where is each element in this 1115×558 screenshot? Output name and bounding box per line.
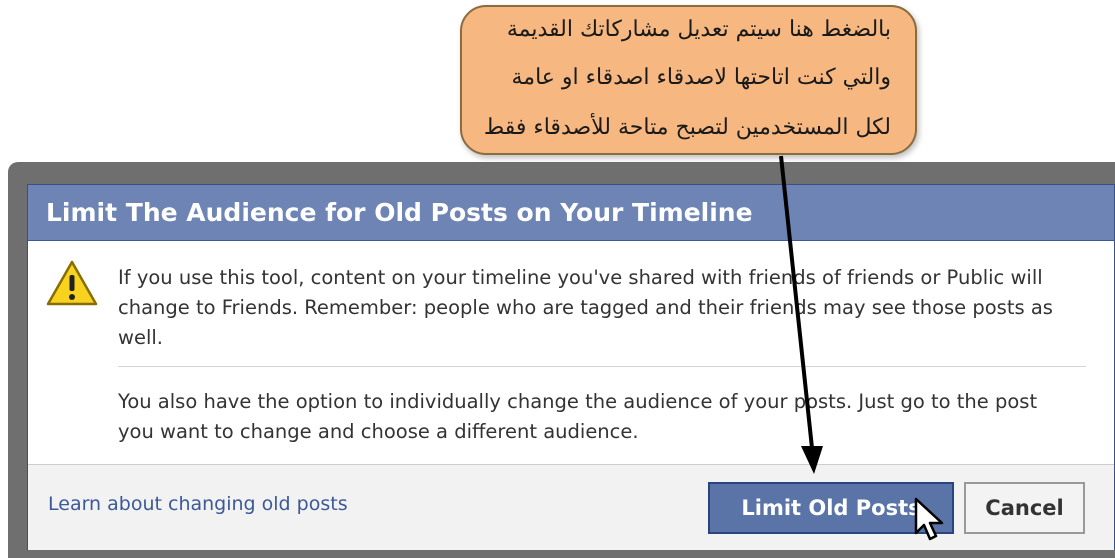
dialog-footer: Learn about changing old posts Limit Old…	[28, 464, 1114, 550]
learn-about-changing-link[interactable]: Learn about changing old posts	[48, 493, 348, 515]
warning-icon	[46, 260, 98, 306]
divider	[118, 366, 1086, 367]
annotation-line-3: لكل المستخدمين لتصبح متاحة للأصدقاء فقط	[483, 115, 891, 140]
annotation-bubble: بالضغط هنا سيتم تعديل مشاركاتك القديمة و…	[460, 5, 917, 155]
annotation-line-1: بالضغط هنا سيتم تعديل مشاركاتك القديمة	[506, 17, 891, 42]
mouse-pointer-icon	[914, 497, 944, 541]
option-text: You also have the option to individually…	[118, 390, 1038, 443]
cancel-button[interactable]: Cancel	[964, 482, 1085, 534]
limit-audience-dialog: Limit The Audience for Old Posts on Your…	[27, 184, 1115, 550]
dialog-title: Limit The Audience for Old Posts on Your…	[28, 185, 1114, 241]
annotation-line-2: والتي كنت اتاحتها لاصدقاء اصدقاء او عامة	[511, 65, 892, 90]
warning-text: If you use this tool, content on your ti…	[118, 266, 1053, 349]
